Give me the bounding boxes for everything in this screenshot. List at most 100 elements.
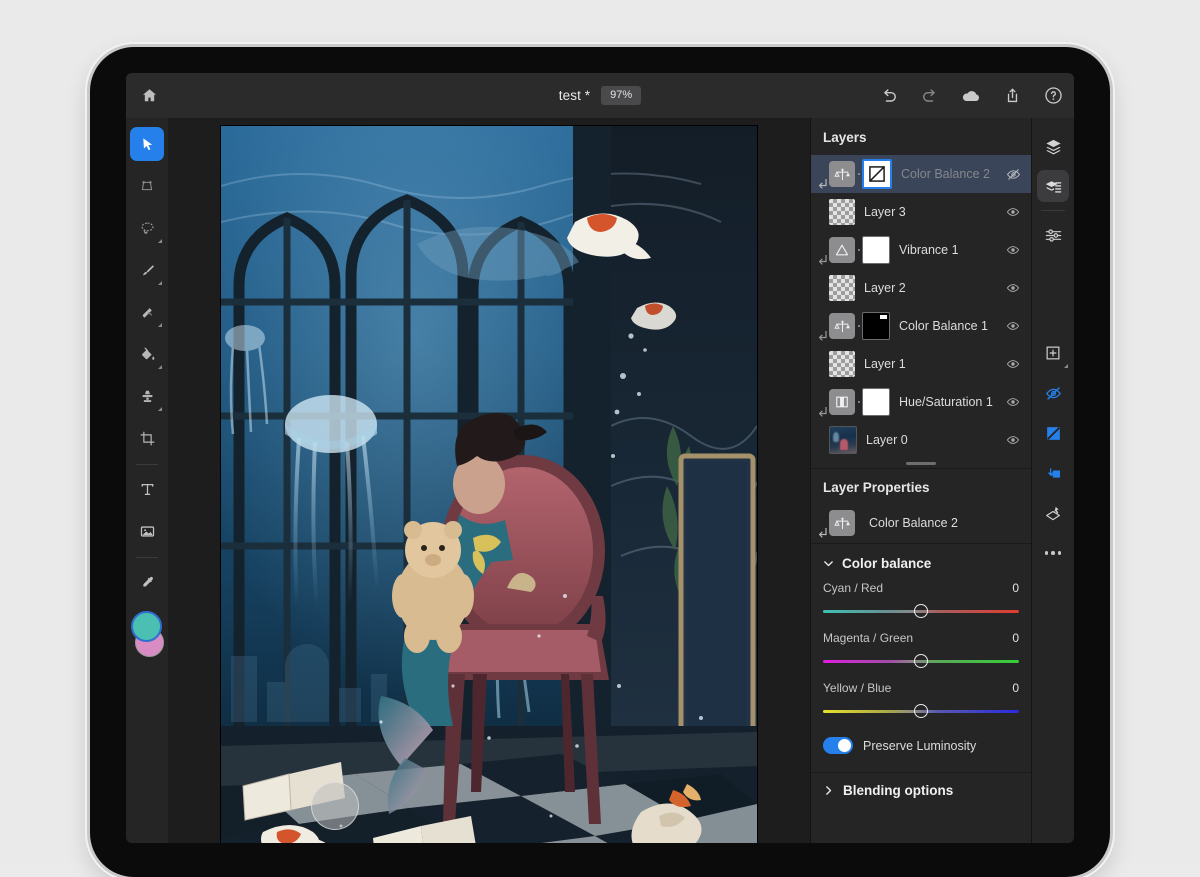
magenta-green-slider[interactable]: Magenta / Green 0	[823, 631, 1019, 668]
mask-layer-button[interactable]	[1037, 417, 1069, 449]
rail-flyout-caret	[1064, 364, 1068, 368]
slider-knob[interactable]	[914, 654, 928, 668]
hide-layer-button[interactable]	[1037, 377, 1069, 409]
cloud-button[interactable]	[960, 85, 982, 107]
preserve-luminosity-toggle[interactable]	[823, 737, 853, 754]
layer-visibility-toggle[interactable]	[1003, 432, 1023, 448]
lasso-icon	[138, 219, 157, 238]
layer-properties-icon	[1044, 177, 1063, 196]
layer-row[interactable]: Layer 0	[811, 421, 1031, 459]
slider-track[interactable]	[823, 704, 1019, 718]
layer-properties-button[interactable]	[1037, 170, 1069, 202]
layer-properties-title: Layer Properties	[811, 469, 1031, 503]
tool-flyout-caret	[158, 239, 162, 243]
lasso-tool[interactable]	[130, 211, 164, 245]
slider-knob[interactable]	[914, 704, 928, 718]
undo-button[interactable]	[878, 85, 900, 107]
layer-mask-thumbnail[interactable]	[862, 159, 892, 189]
tool-divider	[136, 464, 158, 465]
slider-header: Yellow / Blue 0	[823, 681, 1019, 695]
layer-visibility-toggle[interactable]	[1003, 356, 1023, 372]
color-swatches[interactable]	[130, 611, 164, 657]
layer-row[interactable]: Layer 2	[811, 269, 1031, 307]
adjustments-button[interactable]	[1037, 219, 1069, 251]
brush-tool[interactable]	[130, 253, 164, 287]
eraser-tool[interactable]	[130, 295, 164, 329]
zoom-level-chip[interactable]: 97%	[601, 86, 641, 105]
clip-layer-button[interactable]	[1037, 457, 1069, 489]
layer-thumbnail[interactable]	[829, 275, 855, 301]
layer-row[interactable]: Color Balance 2	[811, 155, 1031, 193]
adjustment-thumbnail[interactable]	[829, 510, 855, 536]
add-layer-button[interactable]	[1037, 337, 1069, 369]
help-button[interactable]	[1042, 85, 1064, 107]
redo-icon	[920, 86, 940, 106]
layer-row[interactable]: Layer 3	[811, 193, 1031, 231]
adjustment-thumbnail[interactable]	[829, 237, 855, 263]
redo-button[interactable]	[919, 85, 941, 107]
undo-icon	[879, 86, 899, 106]
layer-visibility-toggle[interactable]	[1003, 280, 1023, 296]
active-layer-name: Color Balance 2	[855, 516, 958, 530]
adjustment-thumbnail[interactable]	[829, 313, 855, 339]
layer-mask-thumbnail[interactable]	[862, 388, 890, 416]
blending-options-header[interactable]: Blending options	[811, 773, 1031, 808]
adjustment-thumbnail[interactable]	[829, 389, 855, 415]
color-balance-title: Color balance	[842, 556, 931, 571]
slider-label: Yellow / Blue	[823, 681, 891, 695]
text-tool[interactable]	[130, 472, 164, 506]
yellow-blue-slider[interactable]: Yellow / Blue 0	[823, 681, 1019, 718]
home-button[interactable]	[126, 73, 172, 118]
layer-visibility-toggle[interactable]	[1003, 242, 1023, 258]
cloud-icon	[960, 85, 982, 107]
transform-tool[interactable]	[130, 169, 164, 203]
more-options-button[interactable]	[1037, 537, 1069, 569]
layer-thumbnail[interactable]	[829, 199, 855, 225]
crop-tool[interactable]	[130, 421, 164, 455]
color-balance-header[interactable]: Color balance	[823, 554, 1019, 581]
layer-row[interactable]: Layer 1	[811, 345, 1031, 383]
layer-mask-thumbnail[interactable]	[862, 312, 890, 340]
place-image-tool[interactable]	[130, 514, 164, 548]
layer-visibility-toggle[interactable]	[1003, 394, 1023, 410]
layer-visibility-toggle[interactable]	[1003, 318, 1023, 334]
transform-icon	[138, 177, 156, 195]
layer-mask-thumbnail[interactable]	[862, 236, 890, 264]
delete-layer-button[interactable]	[1037, 497, 1069, 529]
layer-thumbnail[interactable]	[829, 426, 857, 454]
foreground-color-swatch[interactable]	[131, 611, 162, 642]
layer-row[interactable]: Vibrance 1	[811, 231, 1031, 269]
layer-row[interactable]: Color Balance 1	[811, 307, 1031, 345]
layers-panel-title: Layers	[811, 118, 1031, 155]
clone-stamp-icon	[138, 387, 157, 406]
eyedropper-tool[interactable]	[130, 565, 164, 599]
artboard[interactable]	[221, 126, 757, 843]
select-tool[interactable]	[130, 127, 164, 161]
layers-panel-button[interactable]	[1037, 130, 1069, 162]
blending-options-label: Blending options	[843, 783, 953, 798]
layer-thumbnail[interactable]	[829, 351, 855, 377]
fill-tool[interactable]	[130, 337, 164, 371]
layers-icon	[1044, 137, 1063, 156]
preserve-luminosity-row[interactable]: Preserve Luminosity	[823, 731, 1019, 766]
layer-visibility-toggle[interactable]	[1003, 204, 1023, 220]
clone-stamp-tool[interactable]	[130, 379, 164, 413]
slider-track[interactable]	[823, 604, 1019, 618]
share-button[interactable]	[1001, 85, 1023, 107]
touch-modifier-puck[interactable]	[311, 782, 359, 830]
slider-track[interactable]	[823, 654, 1019, 668]
cyan-red-slider[interactable]: Cyan / Red 0	[823, 581, 1019, 618]
layer-visibility-toggle[interactable]	[1003, 166, 1023, 183]
layer-name: Layer 2	[855, 281, 1003, 295]
layer-row[interactable]: Hue/Saturation 1	[811, 383, 1031, 421]
panel-resize-grip[interactable]	[811, 459, 1031, 468]
layers-panel: Layers	[810, 118, 1031, 843]
help-icon	[1043, 85, 1064, 106]
slider-knob[interactable]	[914, 604, 928, 618]
color-balance-icon	[833, 317, 852, 336]
active-layer-row[interactable]: Color Balance 2	[811, 503, 1031, 543]
canvas-area[interactable]	[168, 118, 810, 843]
adjustment-thumbnail[interactable]	[829, 161, 855, 187]
slider-header: Cyan / Red 0	[823, 581, 1019, 595]
eye-off-icon	[1005, 166, 1022, 183]
